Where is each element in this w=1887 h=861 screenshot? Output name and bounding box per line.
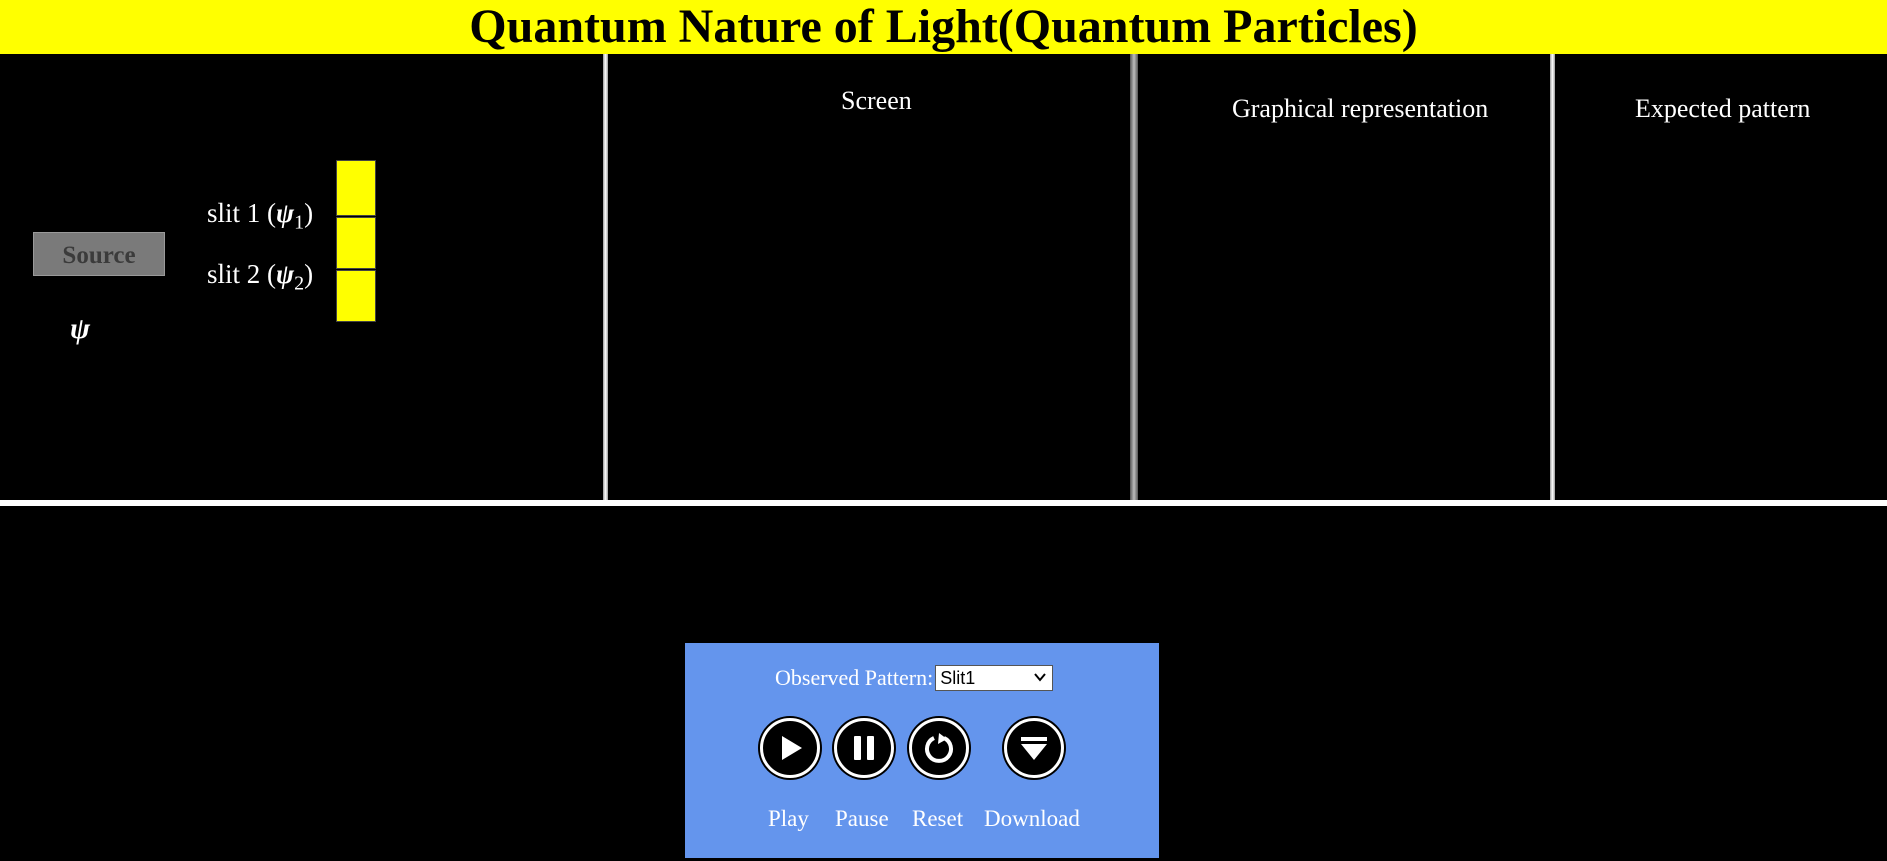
slit2-subscript: 2 (294, 272, 305, 295)
psi-symbol: ψ (70, 312, 91, 345)
slit1-psi: ψ (276, 198, 295, 228)
observed-pattern-label: Observed Pattern: (775, 665, 934, 690)
source-box: Source (33, 232, 165, 276)
play-label: Play (768, 806, 809, 831)
divider-screen-graph (1130, 54, 1138, 500)
screen-label: Screen (841, 86, 912, 115)
observed-pattern-value: Slit1 (940, 668, 976, 688)
download-button[interactable] (1004, 718, 1064, 778)
pause-label: Pause (835, 806, 889, 831)
slit1-prefix: slit 1 ( (207, 198, 277, 228)
reset-label: Reset (912, 806, 964, 831)
slit1-suffix: ) (304, 198, 314, 228)
control-panel: Observed Pattern: Slit1 Play Pause Reset… (685, 643, 1159, 858)
slit2-psi: ψ (276, 259, 295, 289)
observed-pattern-select[interactable]: Slit1 (935, 665, 1054, 691)
divider-source-screen (603, 54, 608, 500)
page-title: Quantum Nature of Light(Quantum Particle… (0, 0, 1887, 54)
reset-icon (925, 733, 953, 763)
observed-pattern-row: Observed Pattern: Slit1 (775, 665, 1054, 691)
simulation-bottom-border (0, 500, 1887, 506)
slit2-prefix: slit 2 ( (207, 259, 277, 289)
expected-pattern-label: Expected pattern (1635, 94, 1811, 123)
slit1-label: slit 1 (ψ1) (207, 198, 313, 234)
reset-button[interactable] (909, 718, 969, 778)
play-icon (782, 736, 802, 760)
barrier-middle (336, 217, 376, 269)
download-icon (1021, 737, 1047, 760)
download-label: Download (984, 806, 1080, 831)
graph-label: Graphical representation (1232, 94, 1489, 123)
slit1-subscript: 1 (294, 211, 305, 234)
slit2-label: slit 2 (ψ2) (207, 259, 313, 295)
chevron-down-icon (1034, 673, 1047, 682)
divider-graph-expected (1550, 54, 1555, 500)
slit2-suffix: ) (304, 259, 314, 289)
barrier-bottom (336, 270, 376, 322)
barrier-top (336, 160, 376, 216)
pause-button[interactable] (834, 718, 894, 778)
pause-icon (854, 736, 874, 760)
play-button[interactable] (760, 718, 820, 778)
